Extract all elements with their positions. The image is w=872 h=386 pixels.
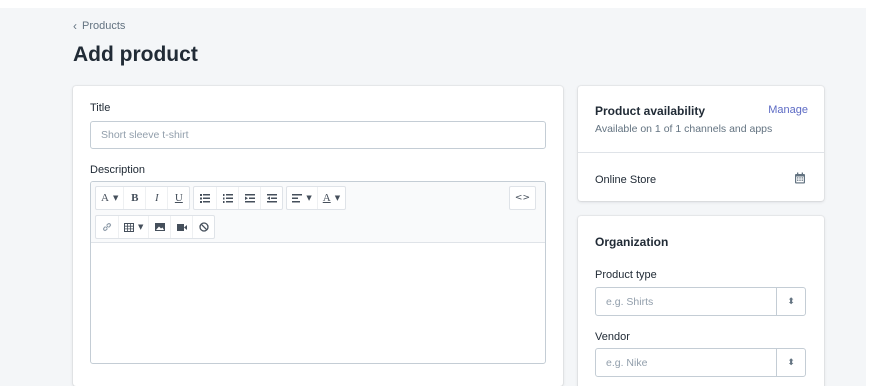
table-icon (124, 222, 134, 232)
insert-table-dropdown[interactable]: ▼ (118, 216, 148, 238)
channel-online-store: Online Store (595, 174, 657, 186)
clear-formatting-button[interactable] (192, 216, 214, 238)
title-label: Title (90, 102, 111, 114)
select-arrows-icon: ⬍ (776, 288, 805, 315)
divider (578, 152, 824, 153)
underline-button[interactable]: U (167, 187, 189, 209)
product-type-select[interactable]: e.g. Shirts ⬍ (595, 287, 806, 316)
insert-image-button[interactable] (148, 216, 170, 238)
text-color-dropdown[interactable]: A ▼ (316, 187, 345, 209)
editor-toolbar: A ▼ B I U ▼ A ▼ <> ▼ (91, 182, 545, 243)
text-color-icon: A (322, 192, 331, 204)
code-icon: <> (514, 193, 530, 203)
availability-title: Product availability (595, 104, 706, 118)
font-icon: A (101, 192, 109, 204)
vendor-label: Vendor (595, 331, 630, 343)
bulleted-list-icon (200, 193, 211, 203)
caret-down-icon: ▼ (334, 194, 341, 202)
insert-link-button[interactable] (96, 216, 118, 238)
image-icon (154, 223, 165, 231)
bold-icon: B (131, 192, 139, 204)
indent-button[interactable] (260, 187, 282, 209)
caret-down-icon: ▼ (112, 194, 119, 202)
outdent-icon (244, 193, 255, 202)
show-html-button[interactable]: <> (510, 187, 535, 209)
caret-down-icon: ▼ (306, 194, 312, 202)
product-availability-card: Product availability Manage Available on… (578, 86, 824, 201)
outdent-button[interactable] (238, 187, 260, 209)
bold-button[interactable]: B (123, 187, 145, 209)
link-icon (103, 223, 111, 231)
calendar-icon[interactable] (794, 172, 806, 184)
organization-card: Organization Product type e.g. Shirts ⬍ … (578, 216, 824, 386)
numbered-list-button[interactable] (216, 187, 238, 209)
availability-subtitle: Available on 1 of 1 channels and apps (595, 123, 773, 135)
insert-video-button[interactable] (170, 216, 192, 238)
product-details-card: Title Description A ▼ B I U (73, 86, 563, 386)
underline-icon: U (174, 192, 183, 204)
select-arrows-icon: ⬍ (776, 349, 805, 376)
breadcrumb[interactable]: ‹ Products (73, 20, 125, 32)
title-input[interactable] (90, 121, 546, 149)
numbered-list-icon (222, 193, 233, 203)
clear-format-icon (199, 222, 209, 232)
product-type-placeholder: e.g. Shirts (606, 296, 654, 308)
font-style-dropdown[interactable]: A ▼ (96, 187, 123, 209)
bulleted-list-button[interactable] (194, 187, 216, 209)
organization-title: Organization (595, 235, 669, 249)
description-label: Description (90, 164, 146, 176)
italic-button[interactable]: I (145, 187, 167, 209)
description-editor[interactable]: A ▼ B I U ▼ A ▼ <> ▼ (90, 181, 546, 364)
product-type-label: Product type (595, 269, 657, 281)
vendor-select[interactable]: e.g. Nike ⬍ (595, 348, 806, 377)
manage-link[interactable]: Manage (768, 104, 808, 116)
indent-icon (266, 193, 277, 202)
chevron-left-icon: ‹ (73, 19, 77, 33)
caret-down-icon: ▼ (138, 223, 144, 231)
description-text-area[interactable] (91, 243, 545, 363)
breadcrumb-products-link[interactable]: Products (82, 20, 125, 32)
vendor-placeholder: e.g. Nike (606, 357, 648, 369)
italic-icon: I (155, 192, 159, 204)
page-title: Add product (73, 43, 198, 66)
align-dropdown[interactable]: ▼ (287, 187, 316, 209)
video-icon (176, 223, 187, 231)
align-left-icon (292, 193, 303, 202)
